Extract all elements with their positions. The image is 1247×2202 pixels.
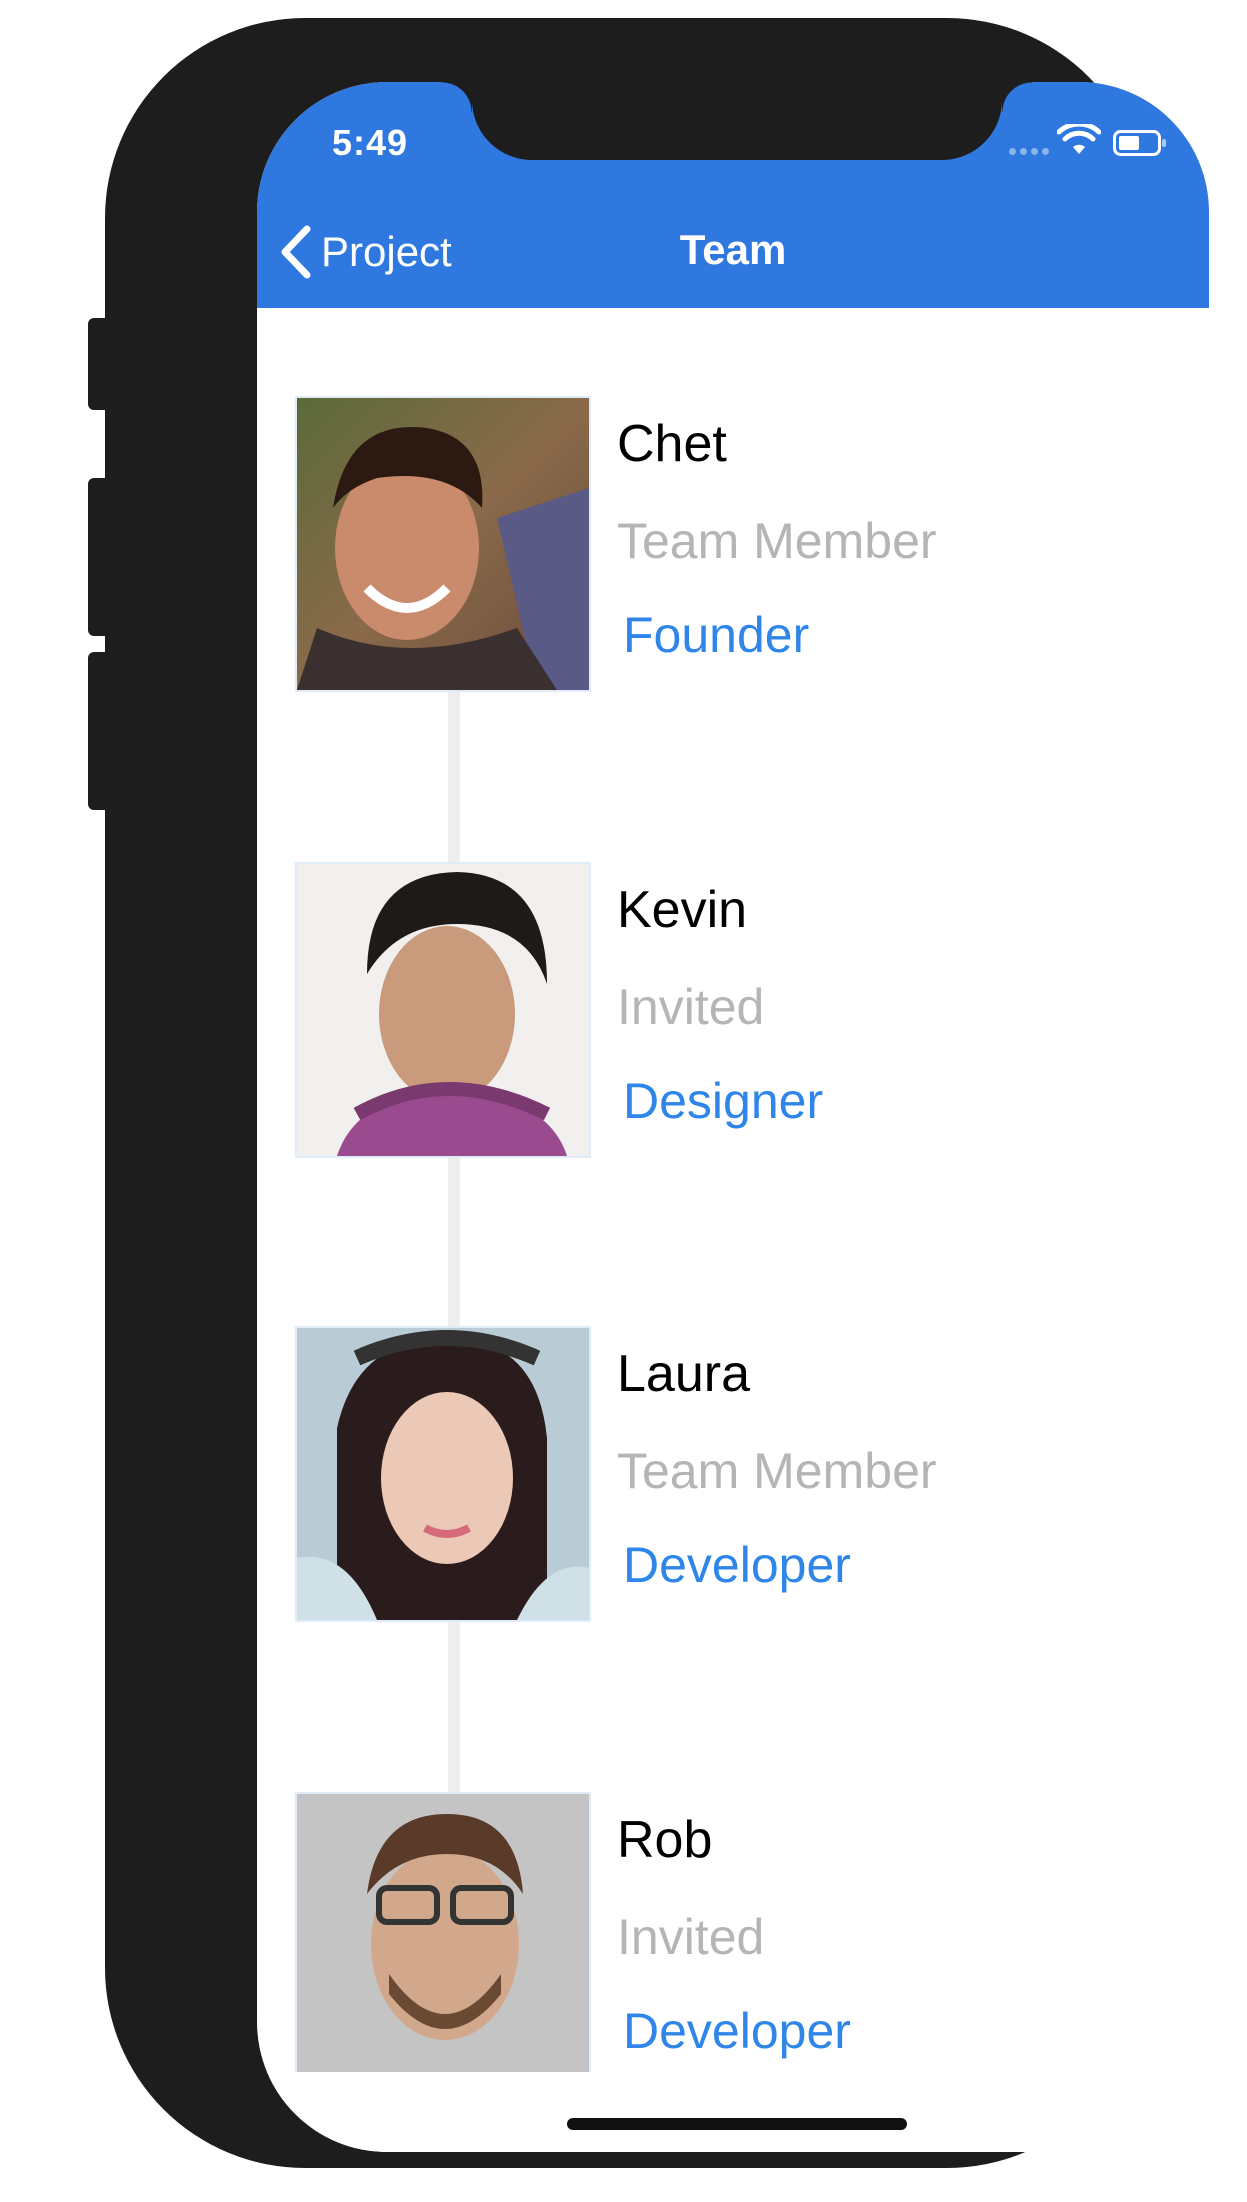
avatar	[295, 1326, 591, 1622]
member-status: Invited	[617, 1909, 765, 1965]
battery-icon	[1113, 130, 1166, 156]
cellular-signal-icon	[1009, 148, 1053, 156]
avatar	[295, 396, 591, 692]
member-status: Team Member	[617, 1443, 937, 1499]
display-notch	[442, 82, 1032, 160]
team-member-row[interactable]: Rob Invited Developer	[295, 1792, 1155, 2092]
member-role-link[interactable]: Founder	[623, 606, 809, 664]
status-time: 5:49	[332, 122, 409, 163]
home-indicator[interactable]	[567, 2118, 907, 2130]
member-role-link[interactable]: Developer	[623, 1536, 851, 1594]
member-role-link[interactable]: Designer	[623, 1072, 823, 1130]
avatar	[295, 862, 591, 1158]
wifi-icon	[1057, 124, 1101, 154]
member-status: Invited	[617, 979, 765, 1035]
avatar	[295, 1792, 591, 2088]
team-member-row[interactable]: Laura Team Member Developer	[295, 1326, 1155, 1626]
member-name: Kevin	[617, 881, 748, 939]
bottom-safe-area	[257, 2072, 1209, 2152]
team-member-row[interactable]: Kevin Invited Designer	[295, 862, 1155, 1162]
screen: 5:49 Project Team Chet Team Member Found…	[257, 82, 1209, 2152]
member-status: Team Member	[617, 513, 937, 569]
member-role-link[interactable]: Developer	[623, 2002, 851, 2060]
member-name: Laura	[617, 1345, 750, 1403]
team-member-row[interactable]: Chet Team Member Founder	[295, 396, 1155, 696]
page-title: Team	[679, 226, 787, 273]
member-name: Rob	[617, 1811, 713, 1869]
phone-frame: 5:49 Project Team Chet Team Member Found…	[105, 18, 1209, 2168]
member-name: Chet	[617, 415, 727, 473]
